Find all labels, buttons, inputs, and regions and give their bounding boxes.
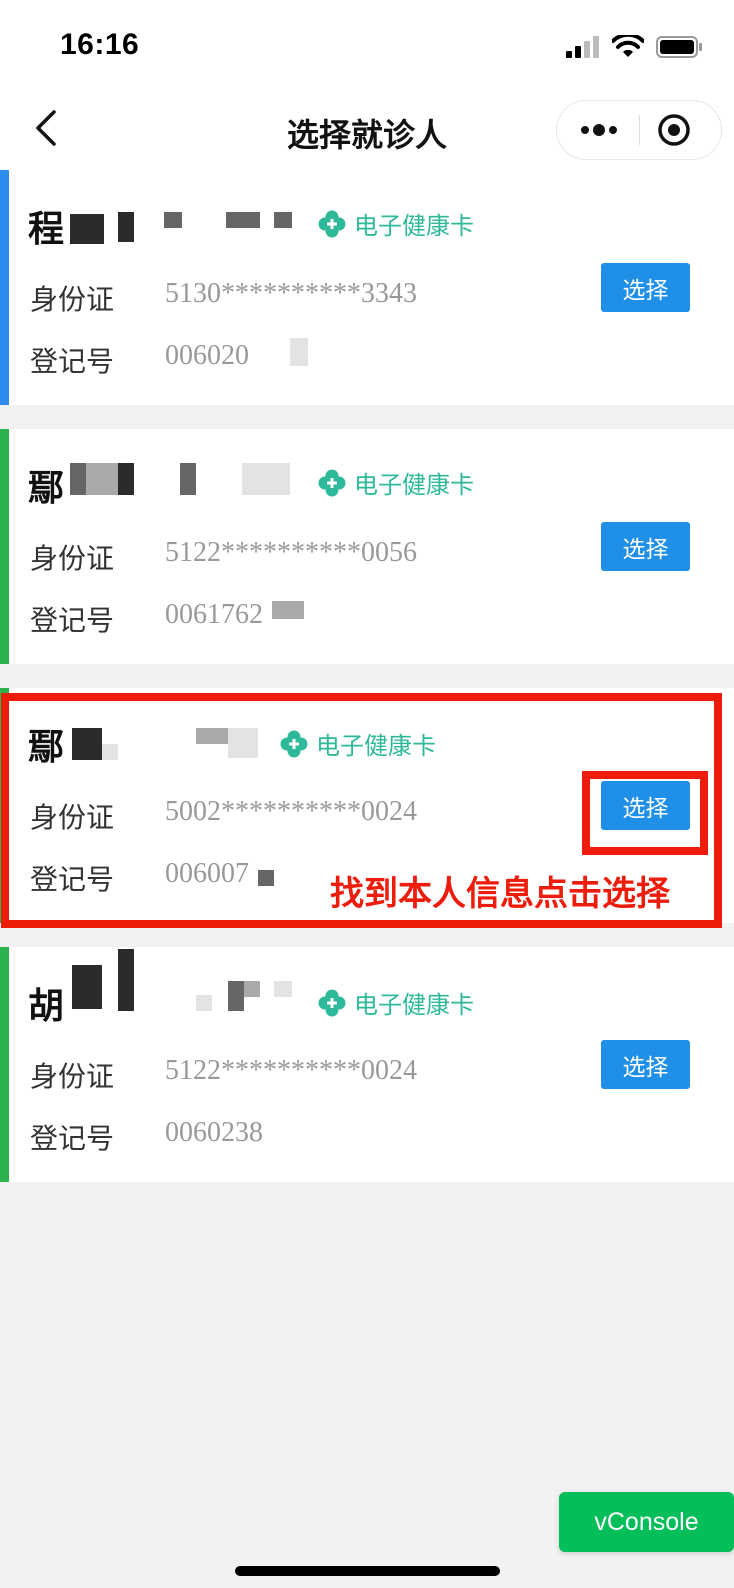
e-health-card-badge: 电子健康卡 bbox=[318, 206, 474, 241]
register-no-value: 0060238 bbox=[165, 1117, 263, 1148]
mini-program-capsule bbox=[556, 100, 722, 160]
patient-card: 程 电子健康卡 身份证 5130**********3343 登记号 00602… bbox=[0, 170, 734, 405]
battery-icon bbox=[656, 36, 702, 58]
health-card-icon bbox=[318, 210, 346, 237]
patient-card: 鄢 电子健康卡 身份证 5122**********0056 登记号 00617… bbox=[0, 429, 734, 664]
id-card-value: 5130**********3343 bbox=[165, 278, 417, 309]
name-mask bbox=[118, 949, 134, 1011]
vconsole-button[interactable]: vConsole bbox=[559, 1492, 734, 1552]
select-button-highlight bbox=[582, 771, 708, 855]
name-mask bbox=[70, 463, 86, 495]
more-icon[interactable] bbox=[577, 115, 621, 145]
name-mask bbox=[164, 212, 182, 228]
register-no-label: 登记号 bbox=[30, 346, 115, 377]
card-accent-bar bbox=[0, 170, 9, 405]
name-mask bbox=[70, 214, 104, 244]
register-mask bbox=[290, 338, 308, 366]
e-health-card-badge: 电子健康卡 bbox=[318, 465, 474, 500]
name-mask bbox=[118, 212, 134, 242]
name-mask bbox=[180, 463, 196, 495]
select-button[interactable]: 选择 bbox=[601, 522, 690, 571]
name-mask bbox=[226, 212, 260, 228]
patient-card: 胡 电子健康卡 身份证 5122**********0024 登记号 00602… bbox=[0, 947, 734, 1182]
select-button[interactable]: 选择 bbox=[601, 1040, 690, 1089]
wifi-icon bbox=[612, 35, 644, 57]
patient-name: 胡 bbox=[28, 985, 65, 1026]
register-no-label: 登记号 bbox=[30, 1123, 115, 1154]
id-card-value: 5122**********0056 bbox=[165, 537, 417, 568]
status-bar: 16:16 bbox=[0, 0, 734, 92]
register-mask bbox=[272, 601, 304, 619]
patient-name: 鄢 bbox=[28, 467, 65, 508]
home-indicator bbox=[235, 1566, 500, 1576]
name-mask bbox=[86, 463, 118, 495]
name-mask bbox=[274, 212, 292, 228]
capsule-divider bbox=[639, 115, 640, 145]
name-mask bbox=[244, 981, 260, 997]
nav-bar: 选择就诊人 bbox=[0, 92, 734, 170]
status-time: 16:16 bbox=[60, 28, 140, 61]
id-card-value: 5122**********0024 bbox=[165, 1055, 417, 1086]
e-health-card-badge: 电子健康卡 bbox=[318, 985, 474, 1020]
e-health-card-label: 电子健康卡 bbox=[354, 992, 474, 1019]
name-mask bbox=[274, 981, 292, 997]
health-card-icon bbox=[318, 469, 346, 496]
card-accent-bar bbox=[0, 947, 9, 1182]
e-health-card-label: 电子健康卡 bbox=[354, 472, 474, 499]
name-mask bbox=[228, 981, 244, 1011]
name-mask bbox=[196, 995, 212, 1011]
select-button[interactable]: 选择 bbox=[601, 263, 690, 312]
health-card-icon bbox=[318, 989, 346, 1016]
e-health-card-label: 电子健康卡 bbox=[354, 213, 474, 240]
register-no-label: 登记号 bbox=[30, 605, 115, 636]
signal-icon bbox=[566, 36, 599, 58]
close-mini-program-icon[interactable] bbox=[657, 113, 691, 147]
name-mask bbox=[118, 463, 134, 495]
card-accent-bar bbox=[0, 429, 9, 664]
id-card-label: 身份证 bbox=[30, 284, 115, 315]
register-no-value: 006020 bbox=[165, 340, 249, 371]
id-card-label: 身份证 bbox=[30, 1061, 115, 1092]
id-card-label: 身份证 bbox=[30, 543, 115, 574]
name-mask bbox=[72, 965, 102, 1009]
register-no-value: 0061762 bbox=[165, 599, 263, 630]
name-mask bbox=[242, 463, 290, 495]
patient-name: 程 bbox=[28, 208, 65, 249]
annotation-text: 找到本人信息点击选择 bbox=[330, 875, 670, 913]
